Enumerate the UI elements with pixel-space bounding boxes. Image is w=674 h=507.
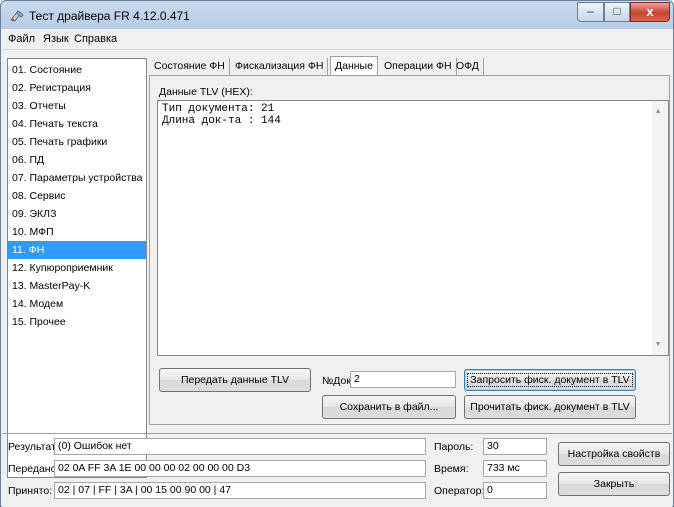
sidebar-item-mfp[interactable]: 10. МФП (8, 223, 146, 241)
sidebar-item-device-params[interactable]: 07. Параметры устройства (8, 169, 146, 187)
settings-button[interactable]: Настройка свойств (558, 442, 670, 466)
sent-field: 02 0A FF 3A 1E 00 00 00 02 00 00 00 D3 (54, 460, 426, 477)
menu-file[interactable]: Файл (8, 33, 35, 45)
app-icon (10, 10, 24, 22)
result-field: (0) Ошибок нет (54, 438, 426, 455)
received-field: 02 | 07 | FF | 3A | 00 15 00 90 00 | 47 (54, 482, 426, 499)
tlv-data-textarea[interactable]: Тип документа: 21 Длина док-та : 144 ▲ ▼ (157, 100, 669, 356)
menu-language[interactable]: Язык (43, 33, 69, 45)
maximize-icon: □ (613, 4, 621, 18)
tab-fn-state[interactable]: Состояние ФН (150, 58, 230, 75)
sidebar-item-registration[interactable]: 02. Регистрация (8, 79, 146, 97)
read-doc-tlv-button[interactable]: Прочитать фиск. документ в TLV (464, 395, 636, 419)
close-window-button[interactable]: x (630, 2, 670, 22)
sidebar-item-state[interactable]: 01. Состояние (8, 61, 146, 79)
result-label: Результат: (8, 441, 59, 453)
operator-field: 0 (483, 482, 547, 499)
send-tlv-button-label: Передать данные TLV (180, 374, 290, 386)
doc-number-input[interactable]: 2 (350, 371, 456, 388)
received-label: Принято: (8, 485, 53, 497)
scroll-up-icon[interactable]: ▲ (656, 106, 660, 118)
tab-data[interactable]: Данные (330, 56, 378, 76)
tab-fn-operations[interactable]: Операции ФН (380, 58, 457, 75)
text-line: Тип документа: 21 (162, 103, 275, 115)
send-tlv-button[interactable]: Передать данные TLV (159, 368, 311, 392)
sidebar-item-reports[interactable]: 03. Отчеты (8, 97, 146, 115)
request-doc-tlv-button[interactable]: Запросить фиск. документ в TLV (464, 369, 636, 391)
read-doc-tlv-button-label: Прочитать фиск. документ в TLV (470, 401, 630, 413)
separator (2, 433, 672, 434)
sidebar-item-fn[interactable]: 11. ФН (8, 241, 146, 259)
time-label: Время: (434, 463, 469, 475)
time-field: 733 мс (483, 460, 547, 477)
save-to-file-button-label: Сохранить в файл... (339, 401, 439, 413)
client-area: 01. Состояние 02. Регистрация 03. Отчеты… (2, 49, 672, 507)
vertical-scrollbar[interactable]: ▲ ▼ (652, 101, 668, 355)
text-line: Длина док-та : 144 (162, 115, 281, 127)
sidebar-item-other[interactable]: 15. Прочее (8, 313, 146, 331)
tab-fiscalization[interactable]: Фискализация ФН (231, 58, 329, 75)
password-input[interactable]: 30 (483, 438, 547, 455)
sidebar-item-bill-acceptor[interactable]: 12. Купюроприемник (8, 259, 146, 277)
menu-help[interactable]: Справка (74, 33, 117, 45)
app-window: Тест драйвера FR 4.12.0.471 – □ x Файл Я… (0, 0, 674, 507)
sidebar-item-masterpay[interactable]: 13. MasterPay-K (8, 277, 146, 295)
operator-label: Оператор: (434, 485, 485, 497)
sidebar-item-service[interactable]: 08. Сервис (8, 187, 146, 205)
maximize-button[interactable]: □ (604, 2, 630, 22)
tlv-data-label: Данные TLV (HEX): (159, 86, 253, 98)
minimize-icon: – (587, 4, 594, 18)
minimize-button[interactable]: – (577, 2, 604, 22)
title-bar[interactable]: Тест драйвера FR 4.12.0.471 – □ x (1, 1, 673, 31)
settings-button-label: Настройка свойств (567, 448, 661, 460)
menu-bar: Файл Язык Справка (2, 31, 672, 49)
section-list[interactable]: 01. Состояние 02. Регистрация 03. Отчеты… (7, 58, 147, 478)
sidebar-item-print-graphics[interactable]: 05. Печать графики (8, 133, 146, 151)
password-label: Пароль: (434, 441, 474, 453)
scroll-down-icon[interactable]: ▼ (656, 339, 660, 351)
sidebar-item-print-text[interactable]: 04. Печать текста (8, 115, 146, 133)
close-icon: x (646, 4, 654, 19)
request-doc-tlv-button-label: Запросить фиск. документ в TLV (467, 373, 633, 387)
close-button-label: Закрыть (593, 478, 635, 490)
sidebar-item-eklz[interactable]: 09. ЭКЛЗ (8, 205, 146, 223)
sidebar-item-modem[interactable]: 14. Модем (8, 295, 146, 313)
tab-strip: Состояние ФН Фискализация ФН Данные Опер… (150, 56, 670, 76)
save-to-file-button[interactable]: Сохранить в файл... (322, 395, 456, 419)
close-button[interactable]: Закрыть (558, 472, 670, 496)
sidebar-item-pd[interactable]: 06. ПД (8, 151, 146, 169)
window-title: Тест драйвера FR 4.12.0.471 (29, 9, 190, 23)
sent-label: Передано: (8, 463, 60, 475)
tab-ofd[interactable]: ОФД (452, 58, 484, 75)
